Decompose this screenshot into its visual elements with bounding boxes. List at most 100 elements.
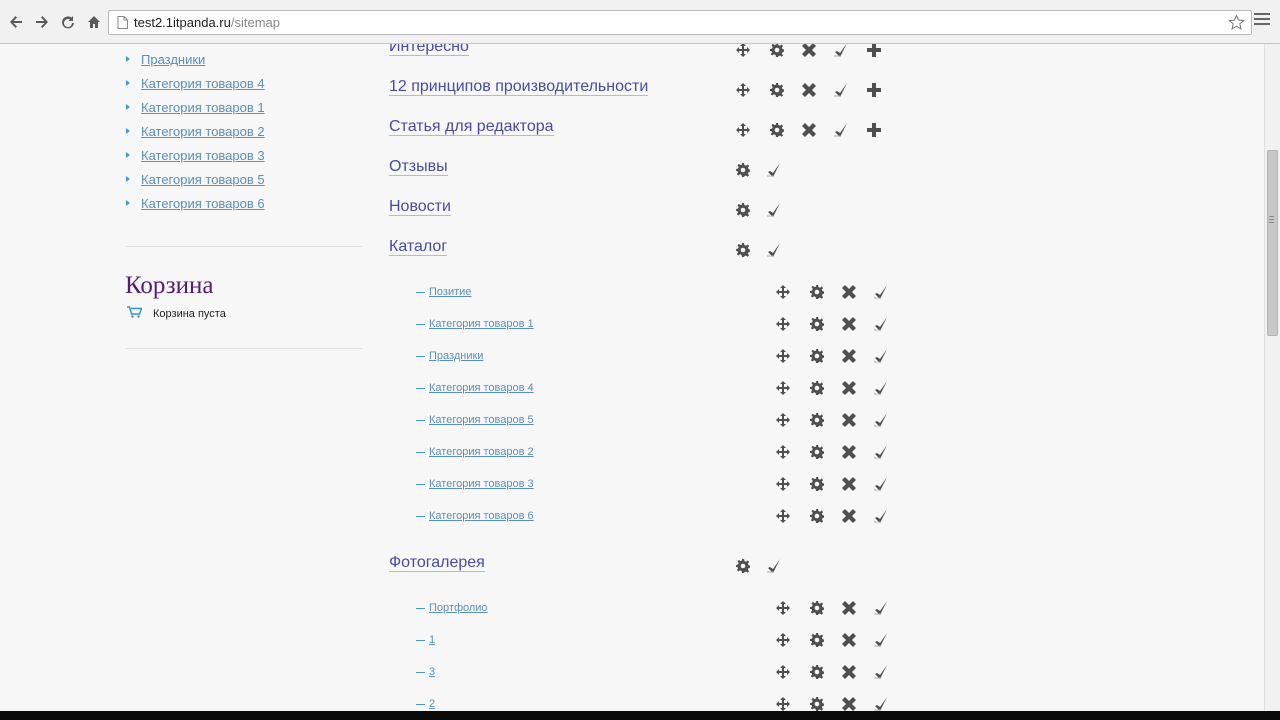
sidebar-category-link[interactable]: Категория товаров 5 <box>141 172 265 187</box>
sitemap-link[interactable]: 12 принципов производительности <box>389 78 649 96</box>
sitemap-sublink[interactable]: Категория товаров 4 <box>429 382 534 394</box>
add-icon[interactable] <box>866 44 882 58</box>
gear-icon[interactable] <box>809 444 825 460</box>
sidebar-category-item[interactable]: Категория товаров 5 <box>126 167 265 191</box>
sitemap-sublink[interactable]: Категория товаров 6 <box>429 510 534 522</box>
delete-icon[interactable] <box>841 348 857 364</box>
check-icon[interactable] <box>766 202 782 218</box>
reload-icon[interactable] <box>58 12 78 32</box>
delete-icon[interactable] <box>841 508 857 524</box>
gear-icon[interactable] <box>769 82 785 98</box>
sidebar-category-link[interactable]: Праздники <box>141 52 205 67</box>
gear-icon[interactable] <box>809 380 825 396</box>
check-icon[interactable] <box>833 122 849 138</box>
sitemap-link[interactable]: Новости <box>389 198 451 216</box>
check-icon[interactable] <box>833 82 849 98</box>
sidebar-category-item[interactable]: Категория товаров 4 <box>126 71 265 95</box>
sitemap-sublink[interactable]: 3 <box>429 666 435 678</box>
delete-icon[interactable] <box>841 316 857 332</box>
sitemap-link[interactable]: Отзывы <box>389 158 448 176</box>
move-icon[interactable] <box>735 122 751 138</box>
delete-icon[interactable] <box>841 476 857 492</box>
sitemap-sublink[interactable]: Праздники <box>429 350 483 362</box>
move-icon[interactable] <box>775 316 791 332</box>
sitemap-sublink[interactable]: Категория товаров 3 <box>429 478 534 490</box>
gear-icon[interactable] <box>809 284 825 300</box>
gear-icon[interactable] <box>735 162 751 178</box>
gear-icon[interactable] <box>809 348 825 364</box>
check-icon[interactable] <box>873 476 889 492</box>
move-icon[interactable] <box>775 380 791 396</box>
sidebar-category-link[interactable]: Категория товаров 2 <box>141 124 265 139</box>
move-icon[interactable] <box>775 412 791 428</box>
sidebar-category-link[interactable]: Категория товаров 1 <box>141 100 265 115</box>
check-icon[interactable] <box>873 664 889 680</box>
add-icon[interactable] <box>866 82 882 98</box>
gear-icon[interactable] <box>735 242 751 258</box>
delete-icon[interactable] <box>801 82 817 98</box>
check-icon[interactable] <box>873 444 889 460</box>
gear-icon[interactable] <box>809 632 825 648</box>
sitemap-sublink[interactable]: Категория товаров 2 <box>429 446 534 458</box>
check-icon[interactable] <box>873 412 889 428</box>
sitemap-sublink[interactable]: Портфолио <box>429 602 488 614</box>
delete-icon[interactable] <box>801 44 817 58</box>
gear-icon[interactable] <box>809 664 825 680</box>
gear-icon[interactable] <box>809 508 825 524</box>
move-icon[interactable] <box>735 82 751 98</box>
move-icon[interactable] <box>775 348 791 364</box>
address-bar[interactable]: test2.1itpanda.ru/sitemap <box>108 10 1252 35</box>
check-icon[interactable] <box>873 632 889 648</box>
sidebar-category-link[interactable]: Категория товаров 6 <box>141 196 265 211</box>
gear-icon[interactable] <box>769 44 785 58</box>
check-icon[interactable] <box>873 284 889 300</box>
sidebar-category-item[interactable]: Праздники <box>126 47 265 71</box>
move-icon[interactable] <box>775 696 791 711</box>
forward-arrow-icon[interactable] <box>32 12 52 32</box>
scrollbar-thumb[interactable] <box>1267 150 1278 336</box>
check-icon[interactable] <box>873 316 889 332</box>
gear-icon[interactable] <box>809 600 825 616</box>
sitemap-sublink[interactable]: 2 <box>429 698 435 710</box>
move-icon[interactable] <box>775 632 791 648</box>
check-icon[interactable] <box>833 44 849 58</box>
sidebar-category-link[interactable]: Категория товаров 4 <box>141 76 265 91</box>
sidebar-category-link[interactable]: Категория товаров 3 <box>141 148 265 163</box>
menu-icon[interactable] <box>1254 13 1270 29</box>
delete-icon[interactable] <box>841 600 857 616</box>
sitemap-link[interactable]: Фотогалерея <box>389 554 485 572</box>
vertical-scrollbar[interactable] <box>1264 44 1280 711</box>
add-icon[interactable] <box>866 122 882 138</box>
move-icon[interactable] <box>735 44 751 58</box>
sidebar-category-item[interactable]: Категория товаров 2 <box>126 119 265 143</box>
sidebar-category-item[interactable]: Категория товаров 6 <box>126 191 265 215</box>
home-icon[interactable] <box>84 12 104 32</box>
delete-icon[interactable] <box>841 444 857 460</box>
delete-icon[interactable] <box>841 664 857 680</box>
move-icon[interactable] <box>775 600 791 616</box>
sidebar-category-item[interactable]: Категория товаров 3 <box>126 143 265 167</box>
move-icon[interactable] <box>775 664 791 680</box>
sitemap-sublink[interactable]: Позитие <box>429 286 471 298</box>
check-icon[interactable] <box>766 162 782 178</box>
check-icon[interactable] <box>873 348 889 364</box>
gear-icon[interactable] <box>769 122 785 138</box>
check-icon[interactable] <box>873 600 889 616</box>
gear-icon[interactable] <box>809 412 825 428</box>
move-icon[interactable] <box>775 476 791 492</box>
sitemap-sublink[interactable]: 1 <box>429 634 435 646</box>
delete-icon[interactable] <box>801 122 817 138</box>
delete-icon[interactable] <box>841 412 857 428</box>
gear-icon[interactable] <box>735 202 751 218</box>
delete-icon[interactable] <box>841 696 857 711</box>
sitemap-sublink[interactable]: Категория товаров 1 <box>429 318 534 330</box>
check-icon[interactable] <box>873 508 889 524</box>
sitemap-sublink[interactable]: Категория товаров 5 <box>429 414 534 426</box>
gear-icon[interactable] <box>735 558 751 574</box>
move-icon[interactable] <box>775 444 791 460</box>
delete-icon[interactable] <box>841 632 857 648</box>
check-icon[interactable] <box>766 242 782 258</box>
gear-icon[interactable] <box>809 696 825 711</box>
delete-icon[interactable] <box>841 284 857 300</box>
sidebar-category-item[interactable]: Категория товаров 1 <box>126 95 265 119</box>
